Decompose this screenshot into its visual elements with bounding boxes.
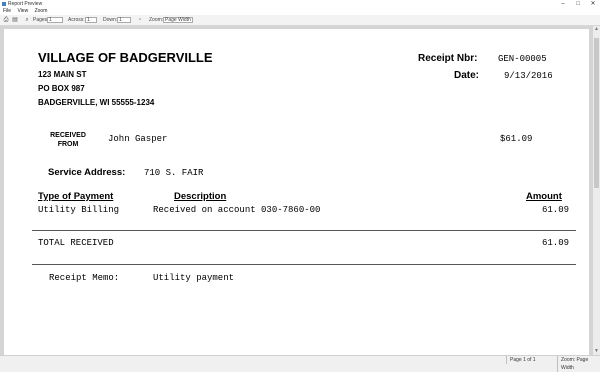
date-value: 9/13/2016 — [504, 71, 553, 81]
vertical-scrollbar[interactable]: ▲ ▼ — [593, 26, 600, 355]
print-icon[interactable]: ⎙ — [3, 17, 9, 23]
maximize-icon[interactable]: □ — [571, 0, 585, 8]
page-view-icon[interactable]: ▫ — [137, 17, 143, 23]
preview-viewport[interactable]: VILLAGE OF BADGERVILLE 123 MAIN ST PO BO… — [0, 26, 593, 355]
toolbar: ⎙ ▤ ⌕ Pages: 1 Across: 1 Down: 1 ▫ Zoom:… — [0, 15, 600, 26]
down-label: Down: — [103, 17, 118, 23]
zoom-icon[interactable]: ⌕ — [24, 17, 30, 23]
title-bar: Report Preview – □ ✕ — [0, 0, 600, 8]
status-zoom: Zoom: Page Width — [557, 356, 600, 372]
service-address-value: 710 S. FAIR — [144, 168, 204, 178]
zoom-select-value: Page Width — [165, 17, 191, 23]
receipt-nbr-label: Receipt Nbr: — [418, 53, 478, 64]
memo-label: Receipt Memo: — [49, 273, 120, 283]
zoom-label: Zoom: — [149, 17, 164, 23]
minimize-icon[interactable]: – — [556, 0, 570, 8]
memo-value: Utility payment — [153, 273, 235, 283]
col-amount-header: Amount — [526, 191, 562, 202]
line-amount: 61.09 — [542, 205, 570, 215]
menu-view[interactable]: View — [17, 8, 28, 15]
address-line-1: 123 MAIN ST — [38, 70, 87, 79]
across-label: Across: — [68, 17, 85, 23]
total-divider — [32, 230, 576, 231]
app-icon — [2, 2, 6, 6]
scroll-down-icon[interactable]: ▼ — [593, 348, 600, 355]
pages-input[interactable]: 1 — [47, 17, 63, 23]
across-input[interactable]: 1 — [85, 17, 97, 23]
down-input[interactable]: 1 — [117, 17, 131, 23]
org-name: VILLAGE OF BADGERVILLE — [38, 50, 213, 65]
service-address-label: Service Address: — [48, 167, 126, 178]
date-label: Date: — [454, 70, 480, 81]
close-icon[interactable]: ✕ — [586, 0, 600, 8]
total-top-value: $61.09 — [500, 134, 533, 144]
scrollbar-thumb[interactable] — [594, 38, 599, 188]
scroll-up-icon[interactable]: ▲ — [593, 26, 600, 33]
line-description: Received on account 030-7860-00 — [153, 205, 321, 215]
menu-zoom[interactable]: Zoom — [35, 8, 48, 15]
address-line-3: BADGERVILLE, WI 55555-1234 — [38, 98, 155, 107]
col-description-header: Description — [174, 191, 227, 202]
memo-divider — [32, 264, 576, 265]
receipt-page: VILLAGE OF BADGERVILLE 123 MAIN ST PO BO… — [4, 29, 589, 355]
received-label-2: FROM — [57, 141, 79, 148]
export-icon[interactable]: ▤ — [12, 17, 18, 23]
menu-bar: File View Zoom — [0, 8, 600, 15]
total-amount: 61.09 — [542, 238, 570, 248]
menu-file[interactable]: File — [3, 8, 11, 15]
address-line-2: PO BOX 987 — [38, 84, 85, 93]
receipt-nbr-value: GEN-00005 — [498, 54, 547, 64]
zoom-select[interactable]: Page Width — [163, 17, 193, 23]
total-label: TOTAL RECEIVED — [38, 238, 114, 248]
received-label-1: RECEIVED — [50, 132, 86, 139]
col-type-header: Type of Payment — [38, 191, 114, 202]
window-title: Report Preview — [8, 1, 43, 7]
received-from-value: John Gasper — [108, 134, 168, 144]
line-type: Utility Billing — [38, 205, 120, 215]
